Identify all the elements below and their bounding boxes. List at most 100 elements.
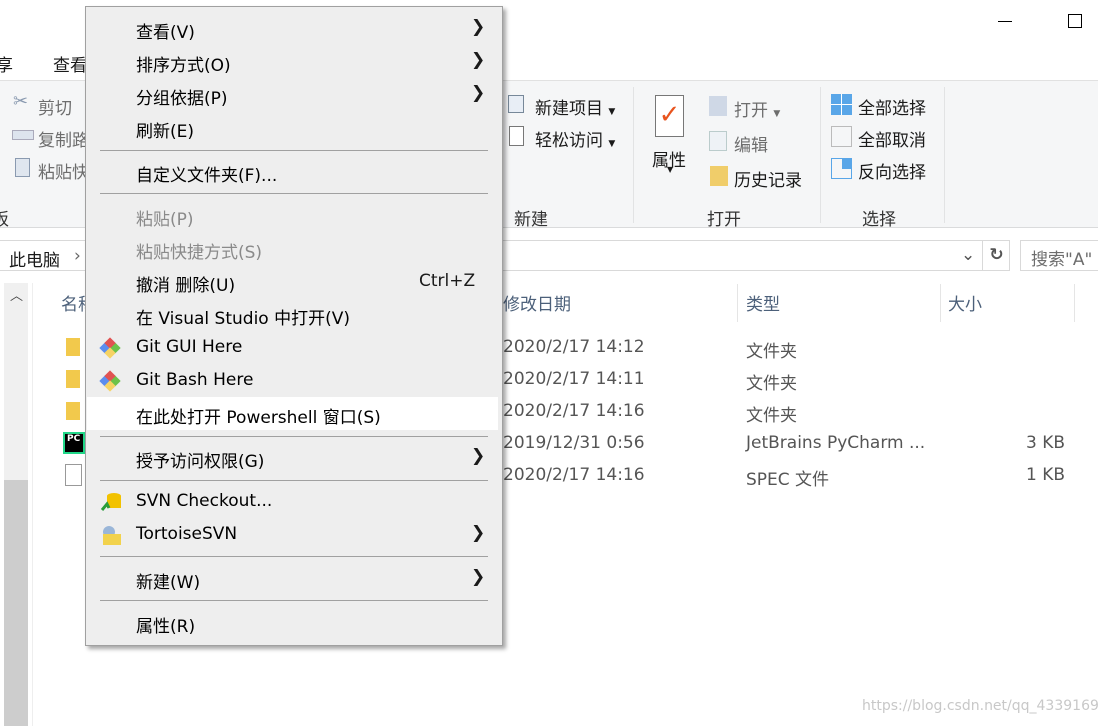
search-input[interactable]: 搜索"A" bbox=[1020, 240, 1098, 271]
easy-access-icon bbox=[509, 126, 524, 146]
menu-item-refresh[interactable]: 刷新(E) bbox=[87, 111, 501, 144]
folder-icon bbox=[66, 370, 80, 388]
menu-item-group[interactable]: 分组依据(P) ❯ bbox=[87, 78, 501, 111]
menu-separator bbox=[100, 436, 488, 437]
file-date: 2020/2/17 14:12 bbox=[503, 337, 645, 357]
menu-item-git-bash[interactable]: Git Bash Here bbox=[87, 364, 501, 397]
new-item-button[interactable]: 新建项目 ▼ bbox=[535, 94, 615, 119]
refresh-icon[interactable]: ↻ bbox=[982, 241, 1010, 270]
select-all-button[interactable]: 全部选择 bbox=[858, 94, 926, 119]
menu-item-svn-checkout[interactable]: SVN Checkout... bbox=[87, 485, 501, 518]
menu-item-sort[interactable]: 排序方式(O) ❯ bbox=[87, 45, 501, 78]
menu-item-git-gui[interactable]: Git GUI Here bbox=[87, 331, 501, 364]
menu-item-customize-folder[interactable]: 自定义文件夹(F)... bbox=[87, 155, 501, 188]
group-new-label: 新建 bbox=[514, 210, 548, 230]
menu-item-open-powershell[interactable]: 在此处打开 Powershell 窗口(S) bbox=[87, 397, 498, 430]
menu-item-grant-access[interactable]: 授予访问权限(G) ❯ bbox=[87, 441, 501, 474]
file-type: SPEC 文件 bbox=[746, 470, 830, 490]
menu-label: 自定义文件夹(F)... bbox=[136, 166, 278, 186]
file-date: 2020/2/17 14:16 bbox=[503, 465, 645, 485]
menu-item-paste-shortcut[interactable]: 粘贴快捷方式(S) bbox=[87, 232, 501, 265]
pycharm-icon: PC bbox=[63, 432, 85, 454]
easy-access-button[interactable]: 轻松访问 ▼ bbox=[535, 126, 615, 151]
menu-label: TortoiseSVN bbox=[136, 524, 238, 544]
menu-item-undo-delete[interactable]: 撤消 删除(U) Ctrl+Z bbox=[87, 265, 501, 298]
select-none-button[interactable]: 全部取消 bbox=[858, 126, 926, 151]
properties-icon: ✓ bbox=[655, 95, 684, 137]
invert-selection-button[interactable]: 反向选择 bbox=[858, 158, 926, 183]
chevron-right-icon: ❯ bbox=[471, 17, 486, 37]
file-size: 1 KB bbox=[1026, 465, 1066, 485]
file-size: 3 KB bbox=[1026, 433, 1066, 453]
history-button[interactable]: 历史记录 bbox=[734, 166, 802, 191]
menu-separator bbox=[100, 193, 488, 194]
group-clipboard-label: 板 bbox=[0, 210, 9, 230]
menu-label: 查看(V) bbox=[136, 23, 195, 43]
column-header-type[interactable]: 类型 bbox=[746, 290, 780, 322]
maximize-icon bbox=[1068, 14, 1082, 28]
open-button[interactable]: 打开 ▼ bbox=[734, 96, 780, 121]
select-all-icon bbox=[831, 94, 852, 115]
properties-button[interactable]: ✓ 属性 ▼ bbox=[648, 93, 694, 183]
select-none-icon bbox=[831, 126, 852, 147]
group-select-label: 选择 bbox=[862, 210, 896, 230]
menu-label: 授予访问权限(G) bbox=[136, 452, 265, 472]
menu-shortcut: Ctrl+Z bbox=[419, 271, 476, 291]
menu-separator bbox=[100, 556, 488, 557]
file-type: 文件夹 bbox=[746, 342, 797, 362]
menu-item-tortoisesvn[interactable]: TortoiseSVN ❯ bbox=[87, 518, 501, 551]
file-type: 文件夹 bbox=[746, 374, 797, 394]
nav-scrollbar-thumb[interactable] bbox=[4, 480, 28, 726]
chevron-right-icon: ❯ bbox=[471, 50, 486, 70]
menu-label: 分组依据(P) bbox=[136, 89, 228, 109]
cut-icon: ✂ bbox=[13, 91, 29, 112]
file-type: 文件夹 bbox=[746, 406, 797, 426]
menu-item-paste[interactable]: 粘贴(P) bbox=[87, 199, 501, 232]
menu-label: Git GUI Here bbox=[136, 337, 243, 357]
menu-separator bbox=[100, 600, 488, 601]
menu-item-open-visual-studio[interactable]: 在 Visual Studio 中打开(V) bbox=[87, 298, 501, 331]
copy-path-icon bbox=[12, 130, 34, 140]
invert-selection-icon bbox=[831, 158, 852, 179]
menu-label: 排序方式(O) bbox=[136, 56, 231, 76]
git-icon bbox=[99, 336, 123, 360]
menu-separator bbox=[100, 480, 488, 481]
tab-view[interactable]: 查看 bbox=[53, 51, 87, 76]
dropdown-arrow-icon: ▼ bbox=[667, 165, 674, 174]
git-icon bbox=[99, 369, 123, 393]
tab-share[interactable]: 享 bbox=[0, 51, 13, 76]
chevron-right-icon: ❯ bbox=[471, 83, 486, 103]
file-date: 2020/2/17 14:16 bbox=[503, 401, 645, 421]
watermark: https://blog.csdn.net/qq_43391694 bbox=[862, 698, 1098, 714]
column-header-size[interactable]: 大小 bbox=[948, 290, 982, 322]
menu-item-properties[interactable]: 属性(R) bbox=[87, 606, 501, 639]
menu-item-new[interactable]: 新建(W) ❯ bbox=[87, 562, 501, 595]
menu-label: 属性(R) bbox=[136, 617, 196, 637]
edit-icon bbox=[709, 131, 727, 151]
minimize-icon bbox=[998, 20, 1012, 22]
menu-label: 在 Visual Studio 中打开(V) bbox=[136, 309, 351, 329]
scroll-up-icon[interactable]: ︿ bbox=[10, 285, 23, 304]
chevron-right-icon: ❯ bbox=[471, 567, 486, 587]
copy-path-button[interactable]: 复制路 bbox=[38, 126, 89, 151]
folder-icon bbox=[66, 338, 80, 356]
maximize-button[interactable] bbox=[1060, 8, 1090, 34]
menu-label: 新建(W) bbox=[136, 573, 201, 593]
address-dropdown-icon[interactable]: ⌄ bbox=[961, 245, 975, 265]
edit-button[interactable]: 编辑 bbox=[734, 131, 768, 156]
menu-label: 在此处打开 Powershell 窗口(S) bbox=[136, 408, 381, 428]
breadcrumb-this-pc[interactable]: 此电脑 bbox=[9, 246, 60, 271]
menu-label: 粘贴快捷方式(S) bbox=[136, 243, 263, 263]
cut-button[interactable]: 剪切 bbox=[38, 94, 72, 119]
menu-label: 粘贴(P) bbox=[136, 210, 194, 230]
paste-shortcut-button[interactable]: 粘贴快 bbox=[38, 158, 89, 183]
minimize-button[interactable] bbox=[990, 8, 1020, 34]
menu-separator bbox=[100, 150, 488, 151]
file-type: JetBrains PyCharm ... bbox=[746, 433, 926, 453]
menu-label: 撤消 删除(U) bbox=[136, 276, 236, 296]
file-date: 2019/12/31 0:56 bbox=[503, 433, 645, 453]
column-header-date[interactable]: 修改日期 bbox=[503, 290, 571, 322]
menu-item-view[interactable]: 查看(V) ❯ bbox=[87, 12, 501, 45]
menu-label: SVN Checkout... bbox=[136, 491, 273, 511]
breadcrumb-chevron-icon: › bbox=[74, 246, 81, 266]
